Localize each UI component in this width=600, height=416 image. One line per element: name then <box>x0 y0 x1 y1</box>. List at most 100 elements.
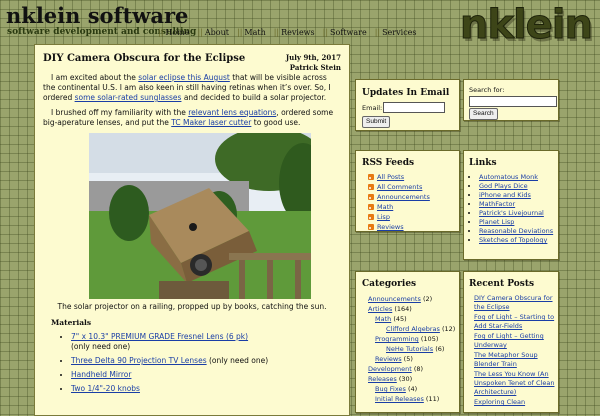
category-link[interactable]: NeHe Tutorials <box>386 345 433 353</box>
nav-math[interactable]: || Math <box>237 28 266 37</box>
main-content: DIY Camera Obscura for the Eclipse July … <box>34 44 350 416</box>
list-item: 7" x 10.3" PREMIUM GRADE Fresnel Lens (6… <box>71 332 341 352</box>
post-photo[interactable] <box>89 133 311 299</box>
nav-home[interactable]: || Home <box>158 28 190 37</box>
material-link[interactable]: Two 1/4"-20 knobs <box>71 384 140 393</box>
rss-link-announcements[interactable]: Announcements <box>377 192 430 202</box>
recent-post-link[interactable]: DIY Camera Obscura for the Eclipse <box>474 294 553 311</box>
search-label: Search for: <box>469 86 505 94</box>
category-item: Math (45) <box>375 315 407 323</box>
list-item: Fog of Light – Starting to Add Star-Fiel… <box>474 313 560 331</box>
category-link[interactable]: Programming <box>375 335 419 343</box>
rss-link-reviews[interactable]: Reviews <box>377 222 404 232</box>
category-link[interactable]: Initial Releases <box>375 395 424 403</box>
list-item: MathFactor <box>479 200 559 209</box>
recent-post-link[interactable]: The Less You Know (An Unspoken Tenet of … <box>474 370 554 396</box>
nav-services[interactable]: || Services <box>375 28 417 37</box>
category-item: Announcements (2) <box>368 295 433 303</box>
recent-post-link[interactable]: The Metaphor Soup Blender Train <box>474 351 538 368</box>
post-date: July 9th, 2017 <box>285 53 341 62</box>
category-item: Initial Releases (11) <box>375 395 440 403</box>
list-item: Two 1/4"-20 knobs <box>71 384 341 394</box>
search-input[interactable] <box>469 96 557 107</box>
materials-heading: Materials <box>51 318 92 327</box>
blog-link[interactable]: MathFactor <box>479 200 515 208</box>
category-item: Programming (105) <box>375 335 439 343</box>
list-item: Handheld Mirror <box>71 370 341 380</box>
rss-icon <box>368 194 374 200</box>
email-field[interactable] <box>383 102 445 113</box>
list-item: The Metaphor Soup Blender Train <box>474 351 560 369</box>
category-link[interactable]: Math <box>375 315 391 323</box>
nav-reviews[interactable]: || Reviews <box>274 28 315 37</box>
list-item: Lisp <box>368 212 430 222</box>
post-author: Patrick Stein <box>289 63 341 72</box>
list-item: God Plays Dice <box>479 182 559 191</box>
blog-link[interactable]: Planet Lisp <box>479 218 514 226</box>
recent-post-link[interactable]: Fog of Light – Getting Underway <box>474 332 544 349</box>
link-solar-eclipse[interactable]: solar eclipse this August <box>138 73 230 82</box>
list-item: DIY Camera Obscura for the Eclipse <box>474 294 560 312</box>
categories-list: Announcements (2) Articles (164) Math (4… <box>360 294 466 404</box>
list-item: The Less You Know (An Unspoken Tenet of … <box>474 370 560 397</box>
material-link[interactable]: Handheld Mirror <box>71 370 131 379</box>
rss-icon <box>368 174 374 180</box>
link-laser-cutter[interactable]: TC Maker laser cutter <box>171 118 251 127</box>
rss-feeds-box: RSS Feeds All Posts All Comments Announc… <box>355 150 460 232</box>
category-link[interactable]: Releases <box>368 375 397 383</box>
rss-link-math[interactable]: Math <box>377 202 393 212</box>
category-link[interactable]: Development <box>368 365 412 373</box>
category-link[interactable]: Bug Fixes <box>375 385 406 393</box>
rss-link-all-comments[interactable]: All Comments <box>377 182 422 192</box>
blog-link[interactable]: Reasonable Deviations <box>479 227 553 235</box>
category-item: Development (8) <box>368 365 424 373</box>
submit-button[interactable]: Submit <box>362 116 391 128</box>
material-link[interactable]: Three Delta 90 Projection TV Lenses <box>71 356 207 365</box>
blog-link[interactable]: Automatous Monk <box>479 173 538 181</box>
list-item: All Comments <box>368 182 430 192</box>
post-paragraph: I brushed off my familiarity with the re… <box>43 108 334 127</box>
category-item: NeHe Tutorials (6) <box>386 345 445 353</box>
material-link[interactable]: 7" x 10.3" PREMIUM GRADE Fresnel Lens (6… <box>71 332 248 341</box>
post-paragraph: I am excited about the solar eclipse thi… <box>43 73 331 102</box>
list-item: Sketches of Topology <box>479 236 559 245</box>
blog-link[interactable]: Sketches of Topology <box>479 236 547 244</box>
recent-posts-heading: Recent Posts <box>469 279 535 289</box>
rss-heading: RSS Feeds <box>362 158 415 168</box>
category-item: Clifford Algebras (12) <box>386 325 456 333</box>
link-solar-sunglasses[interactable]: some solar-rated sunglasses <box>75 93 182 102</box>
email-signup-box: Updates In Email Email: Submit <box>355 79 460 131</box>
rss-link-all-posts[interactable]: All Posts <box>377 172 404 182</box>
link-lens-equations[interactable]: relevant lens equations <box>188 108 276 117</box>
recent-post-link[interactable]: Exploring Clean <box>474 398 525 406</box>
list-item: Reasonable Deviations <box>479 227 559 236</box>
category-link[interactable]: Announcements <box>368 295 421 303</box>
recent-posts-box: Recent Posts DIY Camera Obscura for the … <box>463 271 559 413</box>
category-link[interactable]: Clifford Algebras <box>386 325 440 333</box>
site-title[interactable]: nklein software <box>6 3 188 28</box>
nav-software[interactable]: || Software <box>323 28 367 37</box>
list-item: All Posts <box>368 172 430 182</box>
blog-link[interactable]: Patrick's Livejournal <box>479 209 544 217</box>
category-link[interactable]: Articles <box>368 305 392 313</box>
recent-post-link[interactable]: Fog of Light – Starting to Add Star-Fiel… <box>474 313 554 330</box>
blog-link[interactable]: God Plays Dice <box>479 182 528 190</box>
list-item: iPhone and Kids <box>479 191 559 200</box>
category-link[interactable]: Reviews <box>375 355 402 363</box>
category-item: Reviews (5) <box>375 355 413 363</box>
category-item: Bug Fixes (4) <box>375 385 418 393</box>
rss-link-lisp[interactable]: Lisp <box>377 212 390 222</box>
site-logo[interactable]: nklein <box>459 2 593 49</box>
list-item: Patrick's Livejournal <box>479 209 559 218</box>
list-item: Announcements <box>368 192 430 202</box>
post-header: DIY Camera Obscura for the Eclipse July … <box>35 45 349 73</box>
blog-link[interactable]: iPhone and Kids <box>479 191 531 199</box>
email-label: Email: <box>362 104 383 112</box>
search-button[interactable]: Search <box>469 108 498 120</box>
links-heading: Links <box>469 158 497 168</box>
list-item: Planet Lisp <box>479 218 559 227</box>
post-title[interactable]: DIY Camera Obscura for the Eclipse <box>43 53 245 64</box>
photo-caption: The solar projector on a railing, proppe… <box>57 302 327 311</box>
nav-about[interactable]: || About <box>198 28 229 37</box>
list-item: Math <box>368 202 430 212</box>
